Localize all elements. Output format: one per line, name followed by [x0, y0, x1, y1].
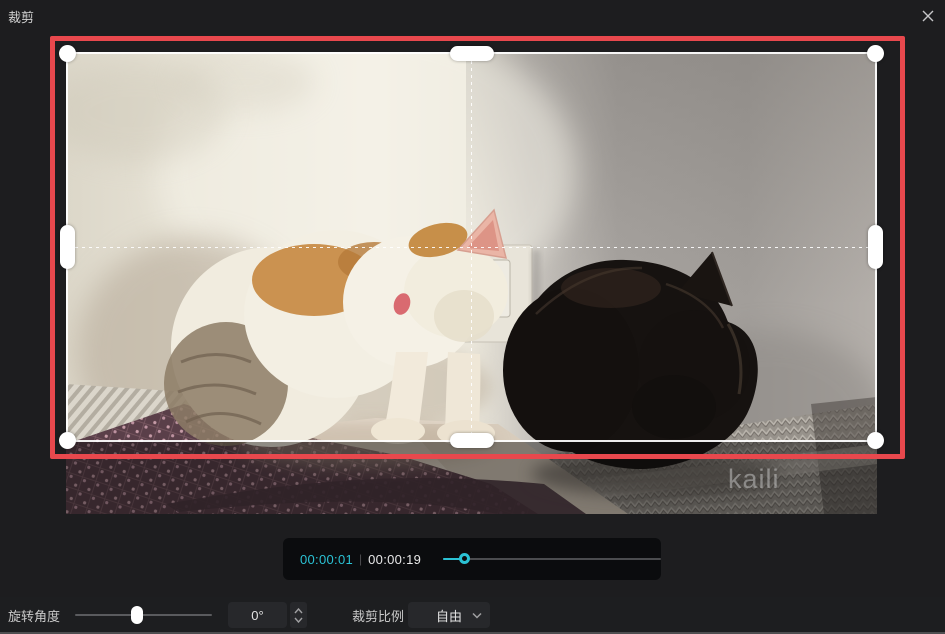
close-icon[interactable] [920, 8, 936, 24]
rotation-slider-thumb[interactable] [131, 606, 143, 624]
timeline-bar: 00:00:01 | 00:00:19 [283, 538, 661, 580]
dialog-title: 裁剪 [8, 7, 34, 26]
total-time: 00:00:19 [368, 552, 421, 567]
crop-handle-right[interactable] [868, 225, 883, 269]
crop-dialog: 裁剪 [0, 0, 945, 634]
ratio-value: 自由 [436, 606, 462, 625]
timeline-track[interactable] [443, 558, 661, 560]
ratio-label: 裁剪比例 [352, 606, 404, 625]
crop-region[interactable] [66, 52, 877, 442]
time-separator: | [359, 552, 362, 566]
crop-handle-top-left[interactable] [59, 45, 76, 62]
spinner-down-icon[interactable] [294, 617, 303, 623]
spinner-up-icon[interactable] [294, 608, 303, 614]
crop-handle-bottom-left[interactable] [59, 432, 76, 449]
bottom-toolbar: 旋转角度 0° 裁剪比例 自由 [0, 597, 945, 634]
crop-handle-left[interactable] [60, 225, 75, 269]
rotation-slider[interactable] [75, 605, 212, 625]
chevron-down-icon [472, 612, 482, 619]
timeline-thumb[interactable] [459, 553, 470, 564]
rotation-slider-track[interactable] [75, 614, 212, 616]
crop-handle-bottom[interactable] [450, 433, 494, 448]
rotation-value-input[interactable]: 0° [228, 602, 287, 628]
crop-handle-bottom-right[interactable] [867, 432, 884, 449]
crop-handle-top[interactable] [450, 46, 494, 61]
crop-handle-top-right[interactable] [867, 45, 884, 62]
timeline-slider[interactable] [443, 553, 661, 565]
video-watermark: kaili [728, 464, 780, 494]
rotation-spinner [290, 602, 307, 628]
center-guide-horizontal [68, 247, 875, 248]
current-time: 00:00:01 [300, 552, 353, 567]
rotation-label: 旋转角度 [8, 606, 60, 625]
ratio-dropdown[interactable]: 自由 [408, 602, 490, 628]
